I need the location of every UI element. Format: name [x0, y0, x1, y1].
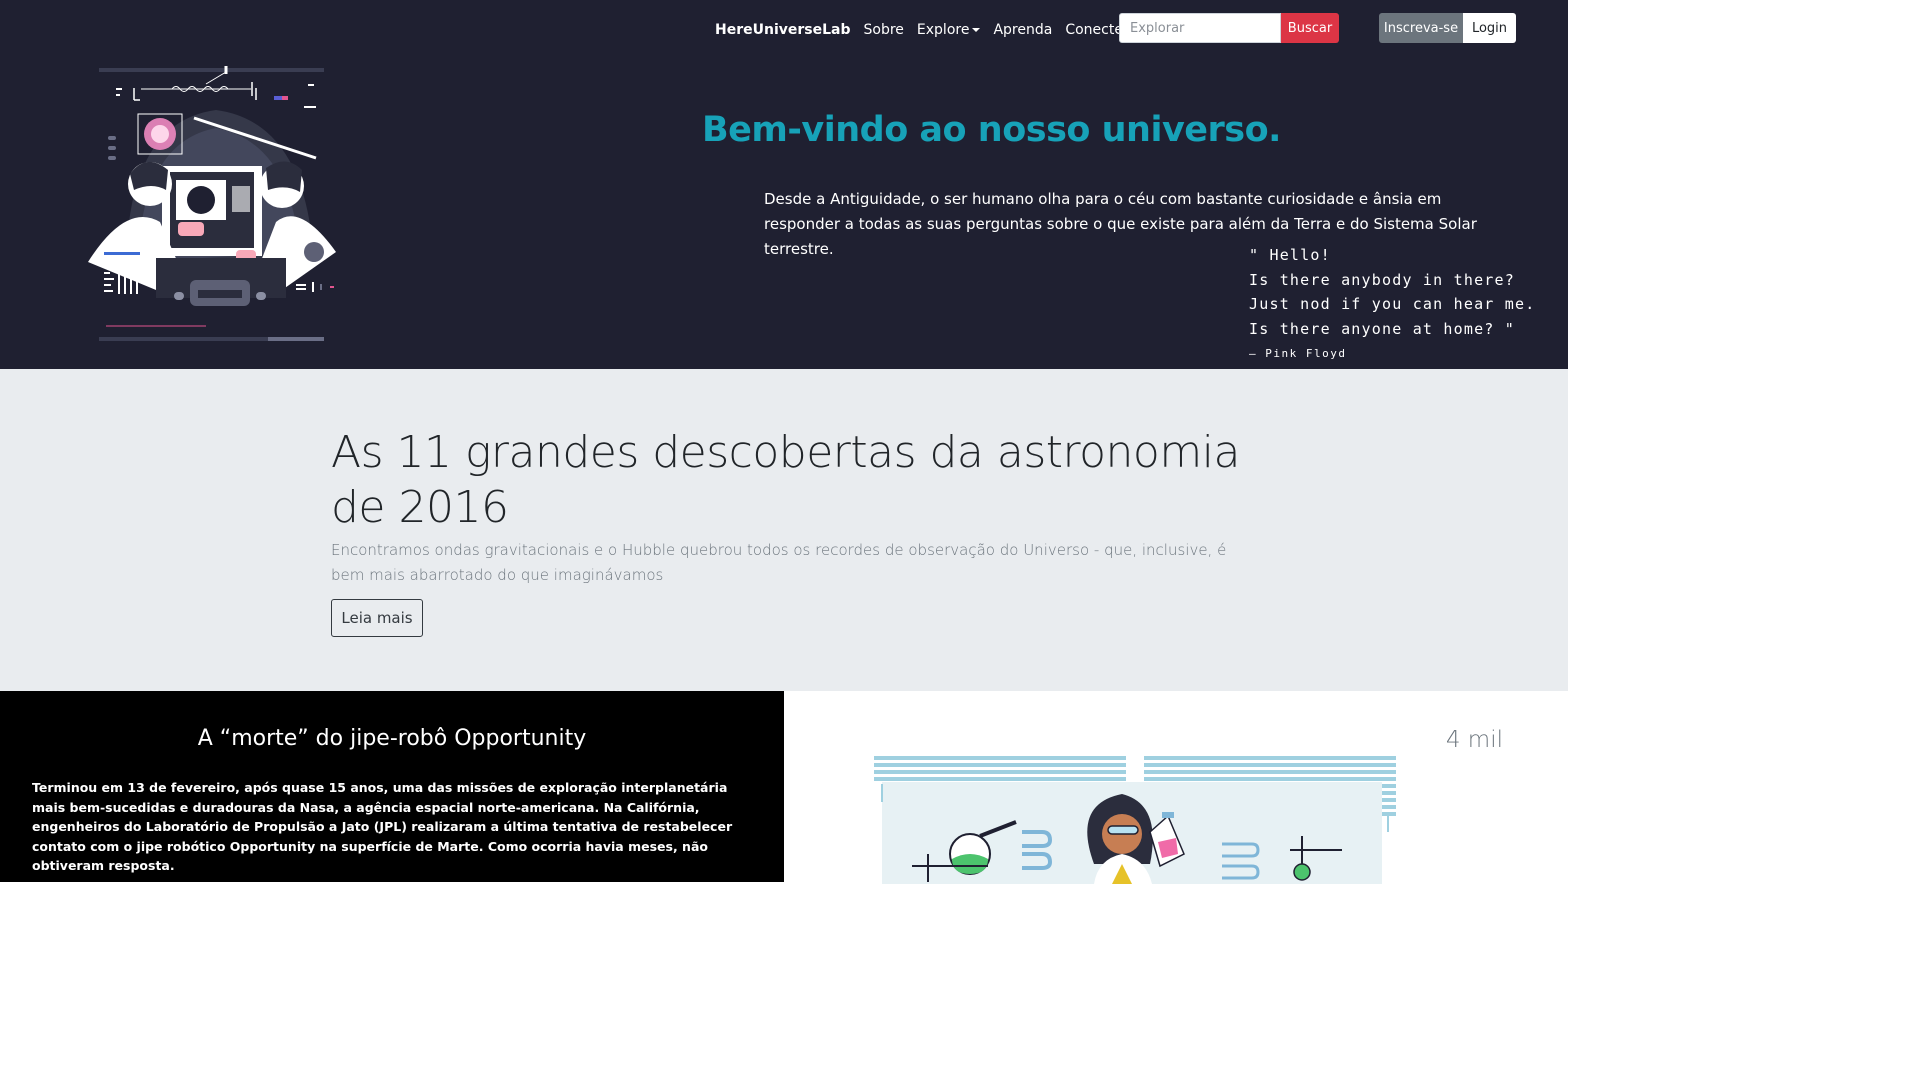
quote-line: Is there anybody in there?: [1249, 270, 1515, 289]
nav-link-sobre[interactable]: Sobre: [864, 20, 904, 40]
navbar: HereUniverseLab Sobre Explore Aprenda Co…: [715, 20, 1157, 40]
article-title: A “morte” do jipe-robô Opportunity: [197, 726, 587, 751]
login-button[interactable]: Login: [1463, 13, 1516, 43]
signup-button[interactable]: Inscreva-se: [1379, 13, 1463, 43]
nav-link-explore-label: Explore: [916, 22, 970, 38]
quote-line: Just nod if you can hear me.: [1249, 295, 1536, 313]
quote-line: " Hello!: [1249, 246, 1331, 264]
nav-dropdown-explore[interactable]: Explore: [917, 20, 981, 40]
pink-floyd-quote: " Hello! Is there anybody in there? Just…: [1249, 243, 1535, 367]
featured-title: As 11 grandes descobertas da astronomia …: [331, 427, 1240, 533]
opportunity-article-card: A “morte” do jipe-robô Opportunity Termi…: [0, 691, 784, 882]
scientist-lab-illustration: [874, 756, 1396, 884]
brand-link[interactable]: HereUniverseLab: [715, 20, 851, 40]
search-button[interactable]: Buscar: [1281, 13, 1339, 43]
search-input[interactable]: [1119, 13, 1281, 43]
hero-title: Bem-vindo ao nosso universo.: [702, 110, 1281, 150]
quote-author: — Pink Floyd: [1249, 347, 1347, 360]
astronomers-illustration: [88, 66, 336, 341]
nav-link-aprenda[interactable]: Aprenda: [993, 20, 1052, 40]
featured-article-jumbotron: As 11 grandes descobertas da astronomia …: [0, 369, 1568, 691]
read-more-button[interactable]: Leia mais: [331, 599, 423, 637]
featured-summary: Encontramos ondas gravitacionais e o Hub…: [331, 541, 1227, 584]
stat-card: 4 mil: [784, 691, 1568, 884]
search-form: Buscar: [1119, 13, 1339, 43]
dropdown-caret-icon: [972, 28, 981, 32]
quote-line: Is there anyone at home? ": [1249, 319, 1515, 338]
auth-buttons: Inscreva-se Login: [1379, 13, 1516, 43]
hero-section: HereUniverseLab Sobre Explore Aprenda Co…: [0, 0, 1568, 369]
stat-value: 4 mil: [1445, 727, 1503, 753]
article-text: Terminou em 13 de fevereiro, após quase …: [32, 780, 733, 874]
